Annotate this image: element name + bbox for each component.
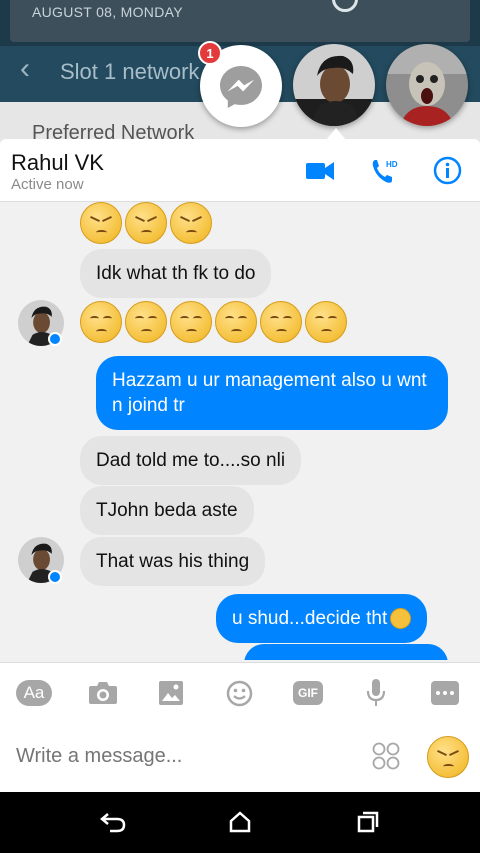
composer-toolbar: Aa GIF [0, 662, 480, 722]
outgoing-message-partial[interactable] [244, 644, 448, 660]
chat-header: Rahul VK Active now HD [0, 139, 480, 202]
microphone-icon[interactable] [366, 678, 386, 708]
contact-name[interactable]: Rahul VK [11, 150, 104, 176]
expressionless-face-emoji [390, 608, 412, 629]
back-arrow-icon[interactable]: ‹ [20, 54, 30, 84]
system-nav-bar [0, 792, 480, 853]
incoming-message[interactable]: TJohn beda aste [80, 486, 254, 535]
recents-nav-icon[interactable] [356, 810, 380, 834]
home-nav-icon[interactable] [228, 810, 252, 834]
status-icons [332, 0, 452, 12]
messenger-icon [220, 66, 262, 108]
video-call-icon[interactable] [306, 161, 334, 181]
outgoing-message[interactable]: Hazzam u ur management also u wnt n join… [96, 356, 448, 430]
camera-icon[interactable] [88, 680, 118, 706]
incoming-message[interactable]: Idk what th fk to do [80, 249, 272, 298]
pensive-face-emoji [260, 301, 302, 343]
notification-date: AUGUST 08, MONDAY [32, 4, 183, 20]
composer [0, 722, 480, 792]
pensive-face-emoji [305, 301, 347, 343]
unread-badge: 1 [198, 41, 222, 65]
messenger-badge-icon [48, 570, 62, 584]
emoji-icon[interactable] [226, 680, 253, 707]
incoming-message[interactable]: That was his thing [80, 537, 266, 586]
messenger-badge-icon [48, 332, 62, 346]
emoji-message-row [80, 202, 212, 244]
pensive-face-emoji [80, 301, 122, 343]
more-options-icon[interactable] [431, 681, 459, 705]
gif-button[interactable]: GIF [293, 681, 323, 705]
rahul-avatar-image [293, 44, 375, 126]
back-nav-icon[interactable] [100, 810, 126, 834]
hd-voice-call-icon[interactable]: HD [370, 157, 400, 185]
incoming-message[interactable]: Dad told me to....so nli [80, 436, 302, 485]
zombie-chat-head[interactable] [386, 44, 468, 126]
pensive-face-emoji [170, 301, 212, 343]
contact-status: Active now [11, 176, 84, 193]
message-list[interactable]: Idk what th fk to do Hazzam u ur managem… [0, 202, 480, 660]
sticker-icon[interactable] [372, 742, 400, 770]
message-input[interactable] [16, 745, 336, 768]
zombie-avatar-image [386, 44, 468, 126]
gallery-icon[interactable] [158, 680, 184, 706]
pensive-face-emoji [125, 301, 167, 343]
svg-text:HD: HD [386, 160, 398, 169]
outgoing-message-text: u shud...decide tht [232, 608, 388, 629]
outgoing-message[interactable]: u shud...decide tht [216, 594, 428, 643]
background-screen-title: Slot 1 network [60, 59, 200, 84]
emoji-message-row [80, 301, 347, 343]
persevering-face-emoji [80, 202, 122, 244]
pensive-face-emoji [215, 301, 257, 343]
chat-head-pointer [326, 128, 346, 140]
persevering-face-emoji [170, 202, 212, 244]
send-emoji-button[interactable] [427, 736, 469, 778]
text-format-button[interactable]: Aa [16, 680, 52, 706]
rahul-chat-head[interactable] [293, 44, 375, 126]
persevering-face-emoji [125, 202, 167, 244]
info-icon[interactable] [433, 156, 462, 185]
